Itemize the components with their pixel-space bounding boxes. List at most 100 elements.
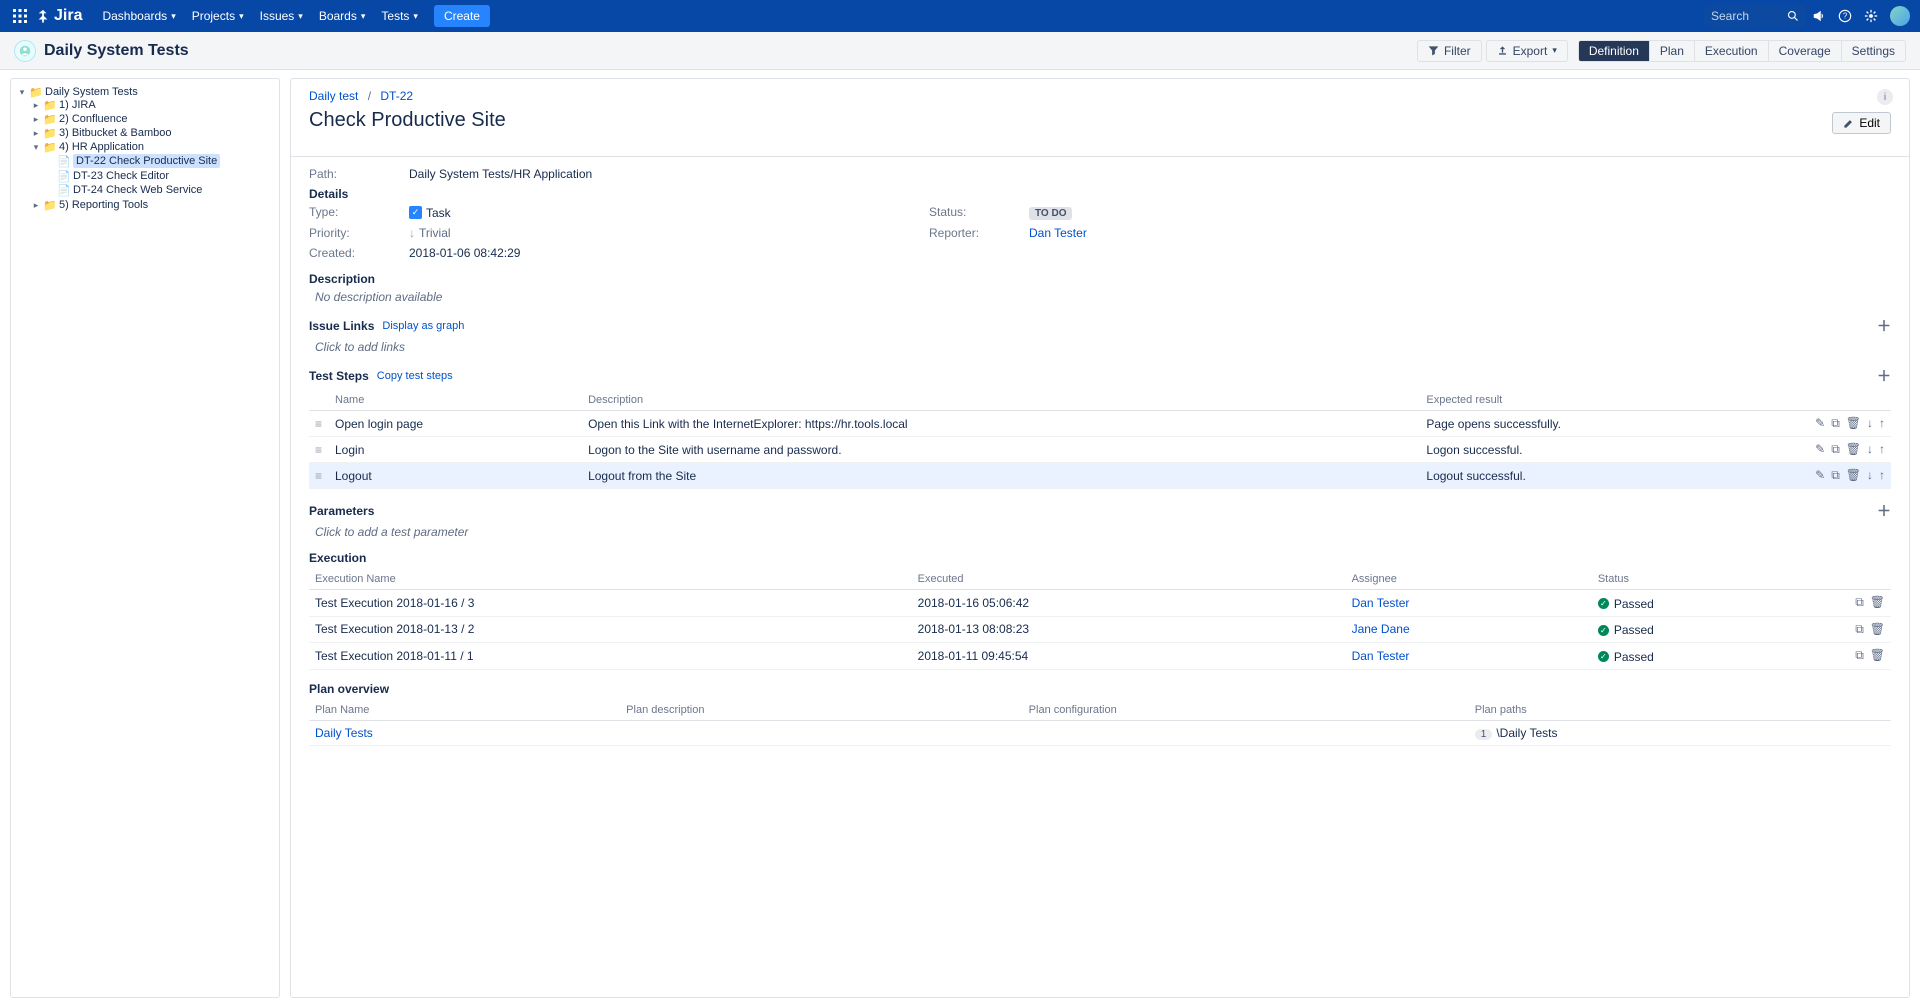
tab-execution[interactable]: Execution [1695, 41, 1769, 61]
copy-icon[interactable]: ⧉ [1855, 595, 1864, 610]
nav-dashboards[interactable]: Dashboards▾ [94, 0, 183, 32]
exec-col-name: Execution Name [309, 569, 912, 590]
delete-icon[interactable]: 🗑 [1846, 442, 1861, 457]
edit-icon[interactable]: ✎ [1815, 442, 1825, 457]
document-icon: 📄 [58, 155, 70, 167]
priority-label: Priority: [309, 226, 409, 240]
user-avatar[interactable] [1890, 6, 1910, 26]
copy-icon[interactable]: ⧉ [1831, 468, 1840, 483]
filter-icon [1428, 45, 1439, 56]
document-icon: 📄 [58, 170, 70, 182]
step-name: Logout [329, 463, 582, 489]
status-label: Status: [929, 205, 1029, 220]
move-down-icon[interactable]: ↓ [1867, 468, 1873, 483]
exec-row[interactable]: Test Execution 2018-01-13 / 22018-01-13 … [309, 616, 1891, 643]
nav-boards[interactable]: Boards▾ [311, 0, 374, 32]
breadcrumb-key[interactable]: DT-22 [380, 89, 413, 103]
exec-row[interactable]: Test Execution 2018-01-11 / 12018-01-11 … [309, 643, 1891, 670]
top-nav: Jira Dashboards▾ Projects▾ Issues▾ Board… [0, 0, 1920, 32]
drag-icon[interactable]: ≡ [315, 417, 322, 431]
reporter-label: Reporter: [929, 226, 1029, 240]
exec-assignee-link[interactable]: Dan Tester [1352, 649, 1410, 663]
status-value: TO DO [1029, 205, 1329, 220]
edit-icon[interactable]: ✎ [1815, 416, 1825, 431]
created-label: Created: [309, 246, 409, 260]
breadcrumb-project[interactable]: Daily test [309, 89, 358, 103]
jira-logo[interactable]: Jira [36, 7, 82, 25]
plan-col-desc: Plan description [620, 700, 1023, 721]
copy-icon[interactable]: ⧉ [1855, 622, 1864, 637]
tab-plan[interactable]: Plan [1650, 41, 1695, 61]
links-hint[interactable]: Click to add links [309, 340, 1891, 354]
app-switcher-icon[interactable] [10, 9, 30, 23]
create-button[interactable]: Create [434, 5, 490, 27]
move-up-icon[interactable]: ↑ [1879, 442, 1885, 457]
step-row[interactable]: ≡LogoutLogout from the SiteLogout succes… [309, 463, 1891, 489]
tree-item[interactable]: ▸📁5) Reporting Tools [31, 199, 275, 211]
nav-issues[interactable]: Issues▾ [252, 0, 311, 32]
search-box[interactable] [1704, 5, 1806, 27]
tree-item[interactable]: ▸📁3) Bitbucket & Bamboo [31, 127, 275, 139]
drag-icon[interactable]: ≡ [315, 443, 322, 457]
step-row[interactable]: ≡Open login pageOpen this Link with the … [309, 411, 1891, 437]
exec-assignee-link[interactable]: Jane Dane [1352, 622, 1410, 636]
step-expected: Logon successful. [1420, 437, 1791, 463]
delete-icon[interactable]: 🗑 [1870, 622, 1885, 637]
add-link-button[interactable]: ＋ [1877, 316, 1891, 336]
tree-item[interactable]: 📄DT-22 Check Productive Site [45, 154, 275, 168]
info-icon[interactable]: i [1877, 89, 1893, 105]
project-icon [14, 40, 36, 62]
move-up-icon[interactable]: ↑ [1879, 468, 1885, 483]
move-down-icon[interactable]: ↓ [1867, 442, 1873, 457]
add-step-button[interactable]: ＋ [1877, 366, 1891, 386]
plan-row[interactable]: Daily Tests 1\Daily Tests [309, 720, 1891, 745]
exec-row[interactable]: Test Execution 2018-01-16 / 32018-01-16 … [309, 590, 1891, 617]
help-icon[interactable]: ? [1832, 9, 1858, 23]
pencil-icon [1843, 118, 1854, 129]
tab-definition[interactable]: Definition [1579, 41, 1650, 61]
filter-button[interactable]: Filter [1417, 40, 1482, 62]
copy-icon[interactable]: ⧉ [1831, 442, 1840, 457]
move-down-icon[interactable]: ↓ [1867, 416, 1873, 431]
delete-icon[interactable]: 🗑 [1870, 595, 1885, 610]
tree-root[interactable]: ▾ 📁 Daily System Tests [17, 86, 275, 98]
params-hint[interactable]: Click to add a test parameter [309, 525, 1891, 539]
folder-icon: 📁 [44, 99, 56, 111]
search-input[interactable] [1711, 9, 1781, 23]
feedback-icon[interactable] [1806, 9, 1832, 23]
tree-item[interactable]: ▸📁2) Confluence [31, 113, 275, 125]
folder-icon: 📁 [44, 127, 56, 139]
tree-item[interactable]: 📄DT-24 Check Web Service [45, 184, 275, 196]
plan-table: Plan Name Plan description Plan configur… [309, 700, 1891, 746]
copy-test-steps[interactable]: Copy test steps [377, 370, 453, 382]
reporter-link[interactable]: Dan Tester [1029, 226, 1087, 240]
edit-button[interactable]: Edit [1832, 112, 1891, 134]
nav-tests[interactable]: Tests▾ [373, 0, 426, 32]
move-up-icon[interactable]: ↑ [1879, 416, 1885, 431]
add-param-button[interactable]: ＋ [1877, 501, 1891, 521]
export-button[interactable]: Export▾ [1486, 40, 1568, 62]
edit-icon[interactable]: ✎ [1815, 468, 1825, 483]
drag-icon[interactable]: ≡ [315, 469, 322, 483]
plan-col-paths: Plan paths [1469, 700, 1891, 721]
copy-icon[interactable]: ⧉ [1831, 416, 1840, 431]
plan-col-conf: Plan configuration [1023, 700, 1469, 721]
tree-item[interactable]: 📄DT-23 Check Editor [45, 170, 275, 182]
tab-coverage[interactable]: Coverage [1769, 41, 1842, 61]
delete-icon[interactable]: 🗑 [1870, 648, 1885, 663]
tree-item[interactable]: ▸📁1) JIRA [31, 99, 275, 111]
display-as-graph[interactable]: Display as graph [382, 320, 464, 332]
step-row[interactable]: ≡LoginLogon to the Site with username an… [309, 437, 1891, 463]
settings-icon[interactable] [1858, 9, 1884, 23]
nav-projects[interactable]: Projects▾ [184, 0, 252, 32]
tab-settings[interactable]: Settings [1842, 41, 1905, 61]
search-icon[interactable] [1787, 10, 1799, 22]
delete-icon[interactable]: 🗑 [1846, 468, 1861, 483]
exec-assignee-link[interactable]: Dan Tester [1352, 596, 1410, 610]
delete-icon[interactable]: 🗑 [1846, 416, 1861, 431]
copy-icon[interactable]: ⧉ [1855, 648, 1864, 663]
step-expected: Page opens successfully. [1420, 411, 1791, 437]
tree-item[interactable]: ▾📁4) HR Application [31, 141, 275, 153]
plan-name-link[interactable]: Daily Tests [315, 726, 373, 740]
main-panel: Daily test / DT-22 Check Productive Site… [290, 78, 1910, 998]
